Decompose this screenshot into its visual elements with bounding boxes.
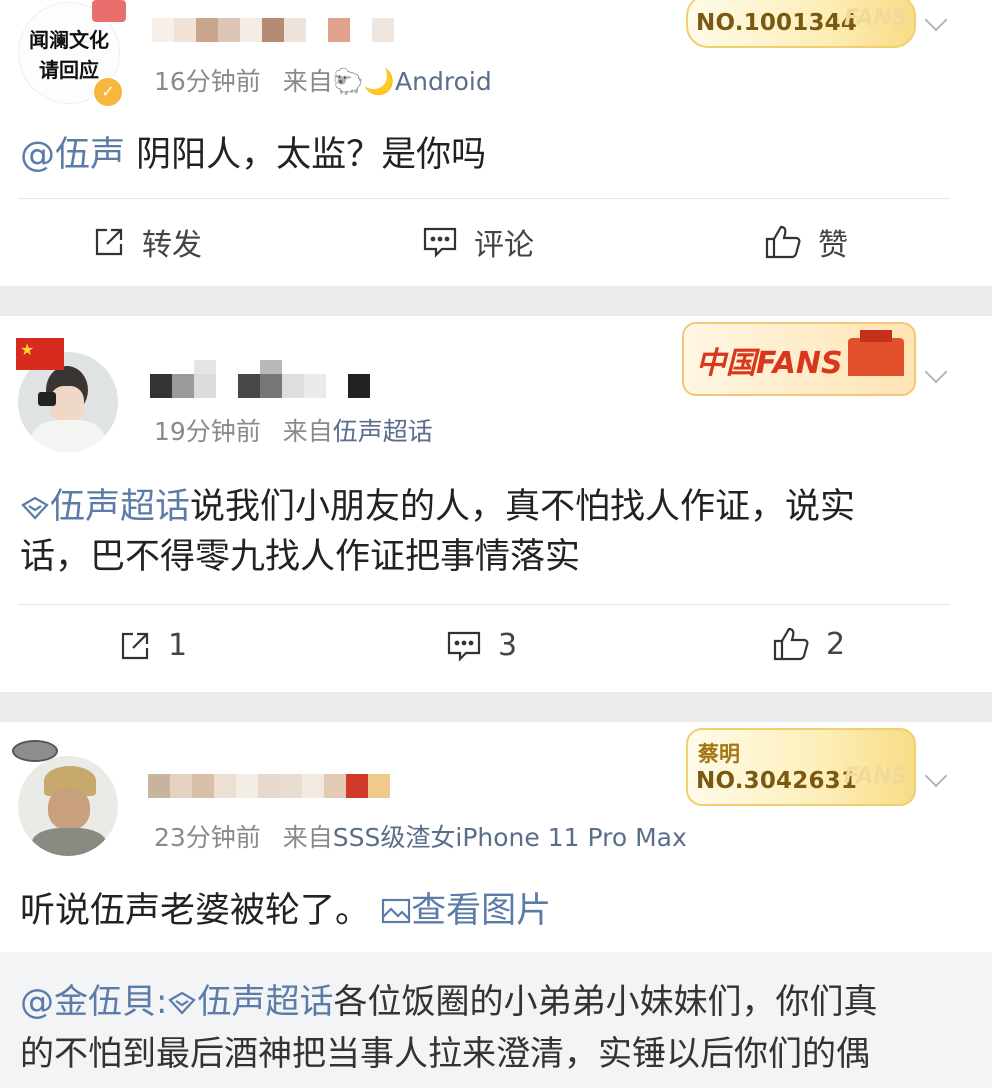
chevron-down-icon[interactable] <box>924 360 948 384</box>
super-topic-icon <box>21 496 49 520</box>
avatar-text: 闻澜文化请回应 <box>29 28 109 82</box>
repost-icon <box>121 632 149 659</box>
image-icon <box>382 898 411 924</box>
post-meta: 23分钟前 来自SSS级渣女iPhone 11 Pro Max <box>154 818 687 854</box>
topic-link[interactable]: 伍声超话 <box>20 487 190 527</box>
divider <box>18 604 950 605</box>
username-blurred[interactable] <box>152 18 394 42</box>
fan-badge[interactable]: NO.1001344 FANS <box>686 0 916 48</box>
super-topic-icon <box>168 991 197 1015</box>
thumbs-up-icon <box>765 225 801 259</box>
comment-icon <box>423 227 457 258</box>
fan-badge-number: NO.1001344 <box>696 10 858 36</box>
repost-button[interactable]: 转发 <box>92 220 202 264</box>
comment-icon <box>447 631 481 662</box>
repost-button[interactable]: 1 <box>118 628 187 663</box>
post-source[interactable]: SSS级渣女iPhone 11 Pro Max <box>333 823 687 852</box>
post-source[interactable]: 🐑🌙Android <box>333 67 492 96</box>
post-content: @伍声 阴阳人，太监？是你吗 <box>20 135 487 175</box>
post-time: 23分钟前 <box>154 823 261 852</box>
like-button[interactable]: 2 <box>772 626 845 662</box>
retweet-author-link[interactable]: @金伍貝: <box>20 982 167 1022</box>
fan-badge-number: NO.3042631 <box>696 768 858 794</box>
fan-badge-fans-text: FANS <box>844 6 908 31</box>
post-meta: 16分钟前 来自🐑🌙Android <box>154 62 492 98</box>
chevron-down-icon[interactable] <box>924 764 948 788</box>
verified-badge-icon: ✓ <box>92 76 124 108</box>
notification-dot <box>92 0 126 22</box>
comment-count: 3 <box>498 628 518 663</box>
comment-button[interactable]: 评论 <box>422 220 534 264</box>
china-fans-badge-text: 中国FANS <box>696 346 843 381</box>
divider <box>18 198 950 199</box>
like-count: 2 <box>826 626 846 662</box>
view-image-link[interactable]: 查看图片 <box>381 891 551 931</box>
fan-badge-name: 蔡明 <box>698 742 740 766</box>
china-flag-icon: ★ <box>16 338 64 370</box>
repost-icon <box>95 228 123 256</box>
username-blurred[interactable] <box>148 774 390 798</box>
fan-badge[interactable]: 蔡明 NO.3042631 FANS <box>686 728 916 806</box>
source-prefix: 来自 <box>282 67 333 96</box>
repost-label: 转发 <box>142 228 202 263</box>
source-prefix: 来自 <box>282 417 333 446</box>
like-label: 赞 <box>818 228 848 263</box>
ufo-icon <box>12 740 58 762</box>
source-prefix: 来自 <box>282 823 333 852</box>
card-separator <box>0 286 992 316</box>
fan-badge-fans-text: FANS <box>844 764 908 789</box>
chevron-down-icon[interactable] <box>924 8 948 32</box>
avatar[interactable] <box>18 756 118 856</box>
comment-label: 评论 <box>474 228 534 263</box>
mention-link[interactable]: @伍声 <box>20 135 125 175</box>
comment-button[interactable]: 3 <box>446 628 517 663</box>
topic-link[interactable]: 伍声超话 <box>167 982 333 1022</box>
thumbs-up-icon <box>773 627 809 661</box>
card-separator <box>0 692 992 722</box>
repost-count: 1 <box>168 628 188 663</box>
post-meta: 19分钟前 来自伍声超话 <box>154 412 433 448</box>
post-content: 伍声超话说我们小朋友的人，真不怕找人作证，说实 话，巴不得零九找人作证把事情落实 <box>20 487 856 577</box>
like-button[interactable]: 赞 <box>764 220 848 264</box>
post-time: 16分钟前 <box>154 67 261 96</box>
china-fans-badge[interactable]: 中国FANS <box>682 322 916 396</box>
post-source[interactable]: 伍声超话 <box>333 417 433 446</box>
post-time: 19分钟前 <box>154 417 261 446</box>
retweet-box[interactable]: @金伍貝: 伍声超话各位饭圈的小弟弟小妹妹们，你们真 的不怕到最后酒神把当事人拉来… <box>0 952 992 1088</box>
post-content: 听说伍声老婆被轮了。 查看图片 <box>20 891 552 931</box>
